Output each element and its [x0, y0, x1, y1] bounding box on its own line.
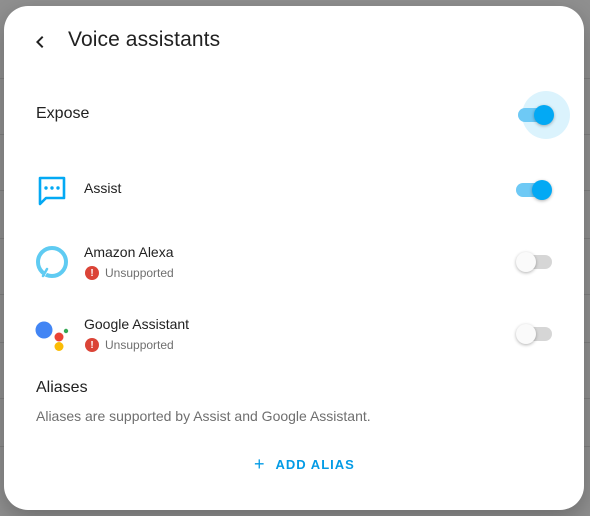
assistant-name: Google Assistant [84, 316, 190, 332]
google-switch[interactable] [516, 323, 556, 345]
amazon-alexa-icon [36, 246, 68, 278]
switch-thumb [516, 252, 536, 272]
assistant-row-assist: Assist [4, 170, 584, 210]
switch-thumb [532, 180, 552, 200]
dialog-title: Voice assistants [68, 28, 221, 51]
switch-thumb [534, 105, 554, 125]
expose-switch[interactable] [516, 91, 570, 139]
warning-icon: ! [85, 338, 99, 352]
assist-switch[interactable] [514, 179, 554, 201]
aliases-heading: Aliases [36, 379, 88, 396]
aliases-description: Aliases are supported by Assist and Goog… [36, 408, 371, 424]
support-status: ! Unsupported [84, 338, 174, 352]
plus-icon: + [254, 453, 266, 474]
assistant-row-google: Google Assistant ! Unsupported [4, 314, 584, 358]
support-status-text: Unsupported [105, 338, 174, 352]
chevron-left-icon [36, 36, 44, 48]
expose-label: Expose [36, 105, 90, 122]
alexa-switch[interactable] [516, 251, 556, 273]
dialog-header: Voice assistants [4, 6, 584, 78]
assistant-name: Amazon Alexa [84, 244, 174, 260]
support-status: ! Unsupported [84, 266, 174, 280]
expose-row: Expose [4, 91, 584, 139]
add-alias-button[interactable]: + ADD ALIAS [244, 446, 365, 482]
voice-assistants-dialog: Voice assistants Expose Assist Amazon Al… [4, 6, 584, 510]
switch-thumb [516, 324, 536, 344]
add-alias-label: ADD ALIAS [275, 456, 355, 472]
assistant-row-alexa: Amazon Alexa ! Unsupported [4, 242, 584, 286]
google-assistant-icon [35, 321, 69, 351]
assist-chat-icon [38, 176, 66, 206]
back-button[interactable] [22, 24, 58, 60]
assistant-name: Assist [84, 180, 122, 196]
warning-icon: ! [85, 266, 99, 280]
support-status-text: Unsupported [105, 266, 174, 280]
